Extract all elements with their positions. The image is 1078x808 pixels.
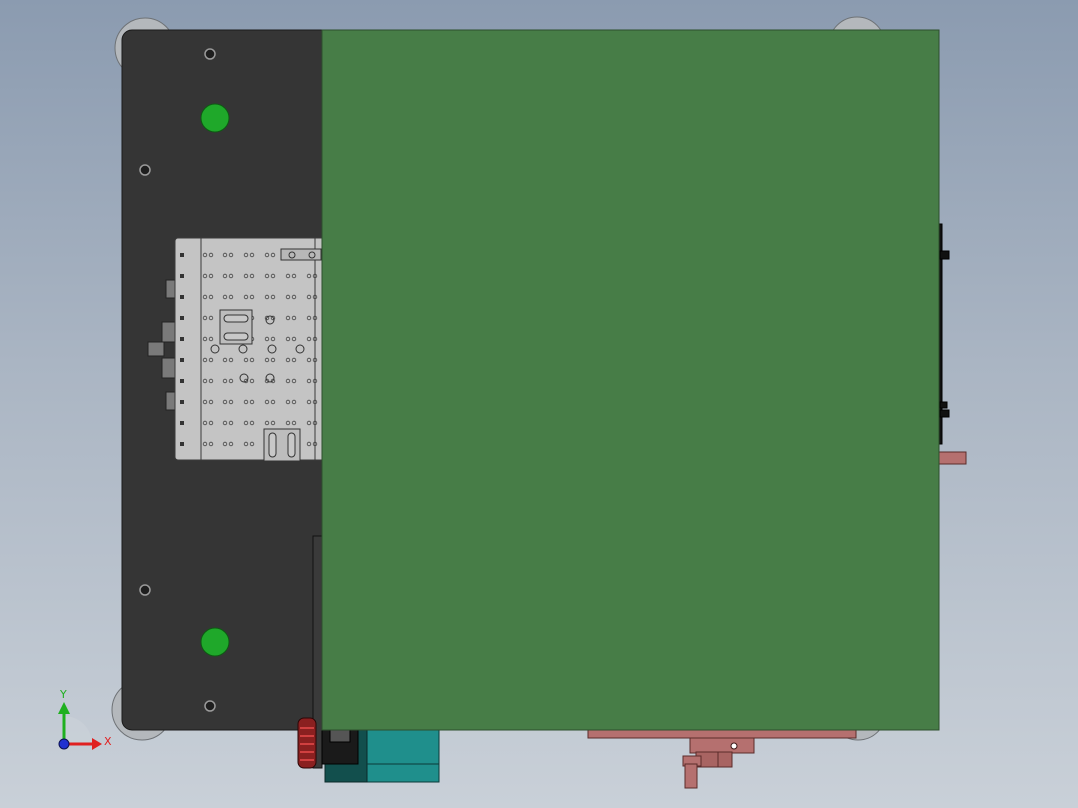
copper-block xyxy=(689,737,755,754)
fixture-square-hole xyxy=(180,295,184,299)
triad-z-origin xyxy=(58,738,70,750)
triad-x-arrow xyxy=(92,738,102,750)
right-side-brackets xyxy=(937,223,950,445)
cad-viewport[interactable]: X Y xyxy=(0,0,1078,808)
motor-body xyxy=(365,725,440,783)
fixture-square-hole xyxy=(180,442,184,446)
fixture-plate[interactable] xyxy=(174,237,326,462)
right-bracket-tab xyxy=(939,409,950,418)
fixture-square-hole xyxy=(180,400,184,404)
copper-post xyxy=(684,763,698,789)
green-cover-plate[interactable] xyxy=(321,29,940,731)
motor-flange-face xyxy=(329,729,351,743)
screw-hole xyxy=(204,48,216,60)
fixture-square-hole xyxy=(180,316,184,320)
copper-block-hole xyxy=(730,742,738,750)
fixture-square-hole xyxy=(180,337,184,341)
fixture-square-hole xyxy=(180,358,184,362)
side-clamp xyxy=(161,321,177,343)
side-clamp xyxy=(161,357,177,379)
coordinate-triad: X Y xyxy=(58,688,112,750)
triad-y-label: Y xyxy=(59,688,67,701)
right-bracket-tab xyxy=(939,250,950,260)
side-clamp xyxy=(147,341,165,357)
slot xyxy=(268,432,277,458)
triad-y-arrow xyxy=(58,702,70,714)
triad-x-label: X xyxy=(104,735,112,748)
fixture-plate-outer xyxy=(174,237,326,461)
green-locator-pin-top[interactable] xyxy=(200,103,230,133)
cad-model-view[interactable]: X Y xyxy=(0,0,1078,808)
slot xyxy=(223,314,249,323)
spring-coil xyxy=(297,717,317,769)
fixture-square-hole xyxy=(180,274,184,278)
triad-arc xyxy=(64,716,92,744)
slot xyxy=(223,332,249,341)
slot xyxy=(287,432,296,458)
screw-hole xyxy=(204,700,216,712)
fixture-square-hole xyxy=(180,421,184,425)
screw-hole xyxy=(139,584,151,596)
motor-assembly[interactable] xyxy=(321,725,440,783)
right-bracket-tab xyxy=(939,401,948,409)
fixture-square-hole xyxy=(180,379,184,383)
screw-hole xyxy=(139,164,151,176)
bottom-copper-bracket[interactable] xyxy=(587,728,857,789)
green-locator-pin-bottom[interactable] xyxy=(200,627,230,657)
fixture-square-hole xyxy=(180,253,184,257)
right-copper-tab xyxy=(937,451,967,465)
